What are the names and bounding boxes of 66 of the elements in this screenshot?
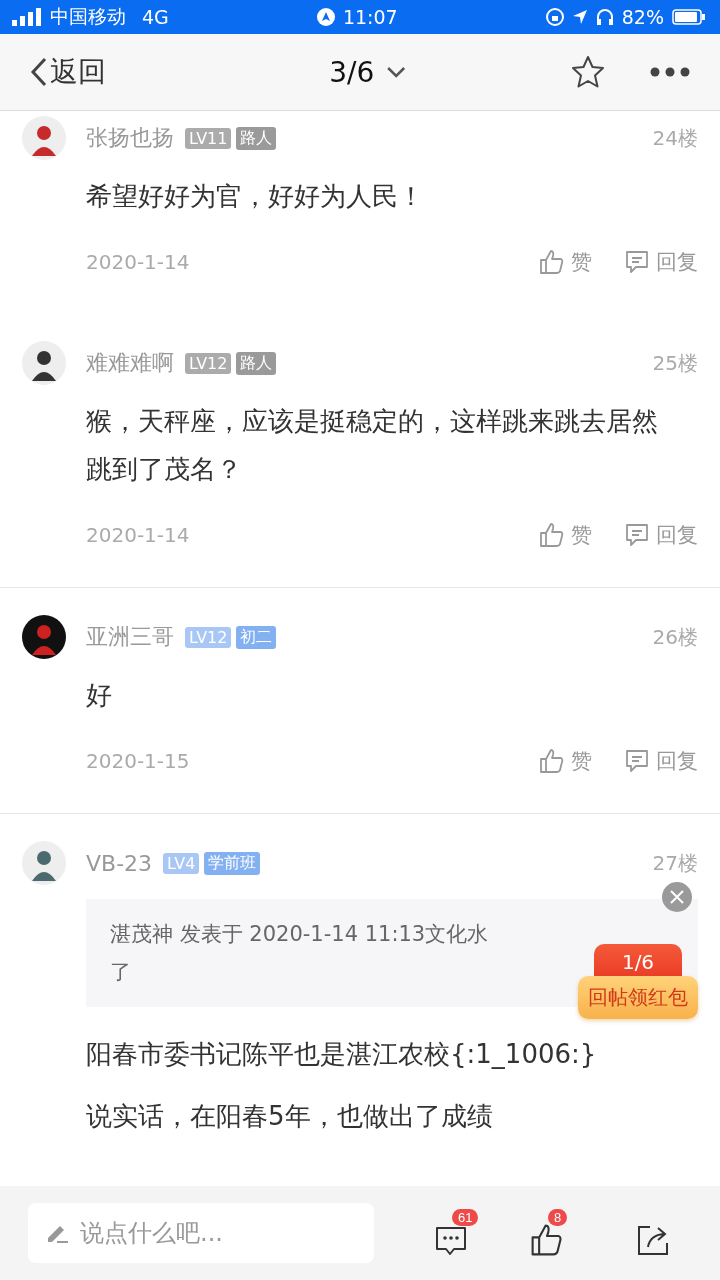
rank-badge: 学前班 [204, 851, 261, 875]
comment-icon [624, 522, 650, 548]
thumbs-up-icon [530, 1223, 564, 1257]
user-name[interactable]: 难难难啊 [86, 348, 174, 378]
comments-button[interactable]: 61 [434, 1209, 490, 1257]
user-name[interactable]: VB-23 [86, 850, 153, 876]
more-button[interactable] [650, 67, 690, 77]
comment-icon [624, 249, 650, 275]
like-post-button[interactable]: 8 [530, 1209, 586, 1257]
rank-badge: 初二 [236, 625, 277, 649]
carrier-name: 中国移动 [50, 4, 126, 29]
like-button[interactable]: 赞 [539, 747, 592, 775]
rank-badge: 路人 [236, 126, 277, 150]
floor-number: 26楼 [652, 623, 698, 651]
comment-field[interactable]: 说点什么吧... [28, 1203, 374, 1263]
headphones-icon [595, 8, 614, 26]
level-badge: LV12 [185, 626, 232, 648]
clock-time: 11:07 [342, 6, 398, 28]
rank-badge: 路人 [236, 351, 277, 375]
comment-text: 希望好好为官，好好为人民！ [86, 180, 425, 213]
comment-text: 猴，天秤座，应该是挺稳定的，这样跳来跳去居然跳到了茂名？ [86, 405, 658, 486]
quote-text: 湛茂神 发表于 2020-1-14 11:13文化水 [110, 921, 489, 948]
page-selector[interactable]: 3/6 [329, 55, 407, 89]
user-name[interactable]: 张扬也扬 [86, 123, 174, 153]
more-icon [650, 67, 690, 77]
thumbs-up-icon [539, 748, 565, 774]
reply-button[interactable]: 回复 [624, 521, 698, 549]
like-button[interactable]: 赞 [539, 521, 592, 549]
level-badge: LV11 [185, 127, 232, 149]
post-date: 2020-1-15 [86, 749, 190, 773]
user-name[interactable]: 亚洲三哥 [86, 622, 174, 652]
close-button[interactable] [662, 882, 692, 912]
navigation-icon [316, 8, 335, 26]
battery-icon [672, 9, 706, 25]
comment-text: 阳春市委书记陈平也是湛江农校{:1_1006:} [86, 1038, 598, 1071]
signal-icon [12, 8, 42, 26]
comment-icon [624, 748, 650, 774]
star-icon [570, 55, 606, 89]
reward-button[interactable]: 回帖领红包 [578, 976, 698, 1019]
network-type: 4G [142, 6, 169, 28]
location-icon [571, 9, 588, 25]
floor-number: 24楼 [652, 124, 698, 152]
close-icon [669, 889, 685, 905]
post-date: 2020-1-14 [86, 250, 190, 274]
back-button[interactable]: 返回 [30, 53, 106, 91]
thumbs-up-icon [539, 249, 565, 275]
floor-number: 27楼 [652, 849, 698, 877]
favorite-button[interactable] [570, 55, 606, 89]
like-count: 8 [548, 1209, 568, 1226]
level-badge: LV12 [185, 352, 232, 374]
comment-count: 61 [452, 1209, 479, 1226]
quote-text: 了 [110, 959, 131, 986]
share-icon [636, 1223, 670, 1257]
comment-text: 说实话，在阳春5年，也做出了成绩 [86, 1100, 494, 1133]
rotation-lock-icon [545, 8, 564, 26]
comment-text: 好 [86, 679, 113, 712]
reply-button[interactable]: 回复 [624, 248, 698, 276]
post-date: 2020-1-14 [86, 523, 190, 547]
thumbs-up-icon [539, 522, 565, 548]
chevron-down-icon [386, 66, 407, 78]
reply-button[interactable]: 回复 [624, 747, 698, 775]
battery-percent: 82% [621, 6, 664, 28]
floor-number: 25楼 [652, 349, 698, 377]
like-button[interactable]: 赞 [539, 248, 592, 276]
chevron-left-icon [30, 57, 48, 87]
level-badge: LV4 [163, 852, 200, 874]
